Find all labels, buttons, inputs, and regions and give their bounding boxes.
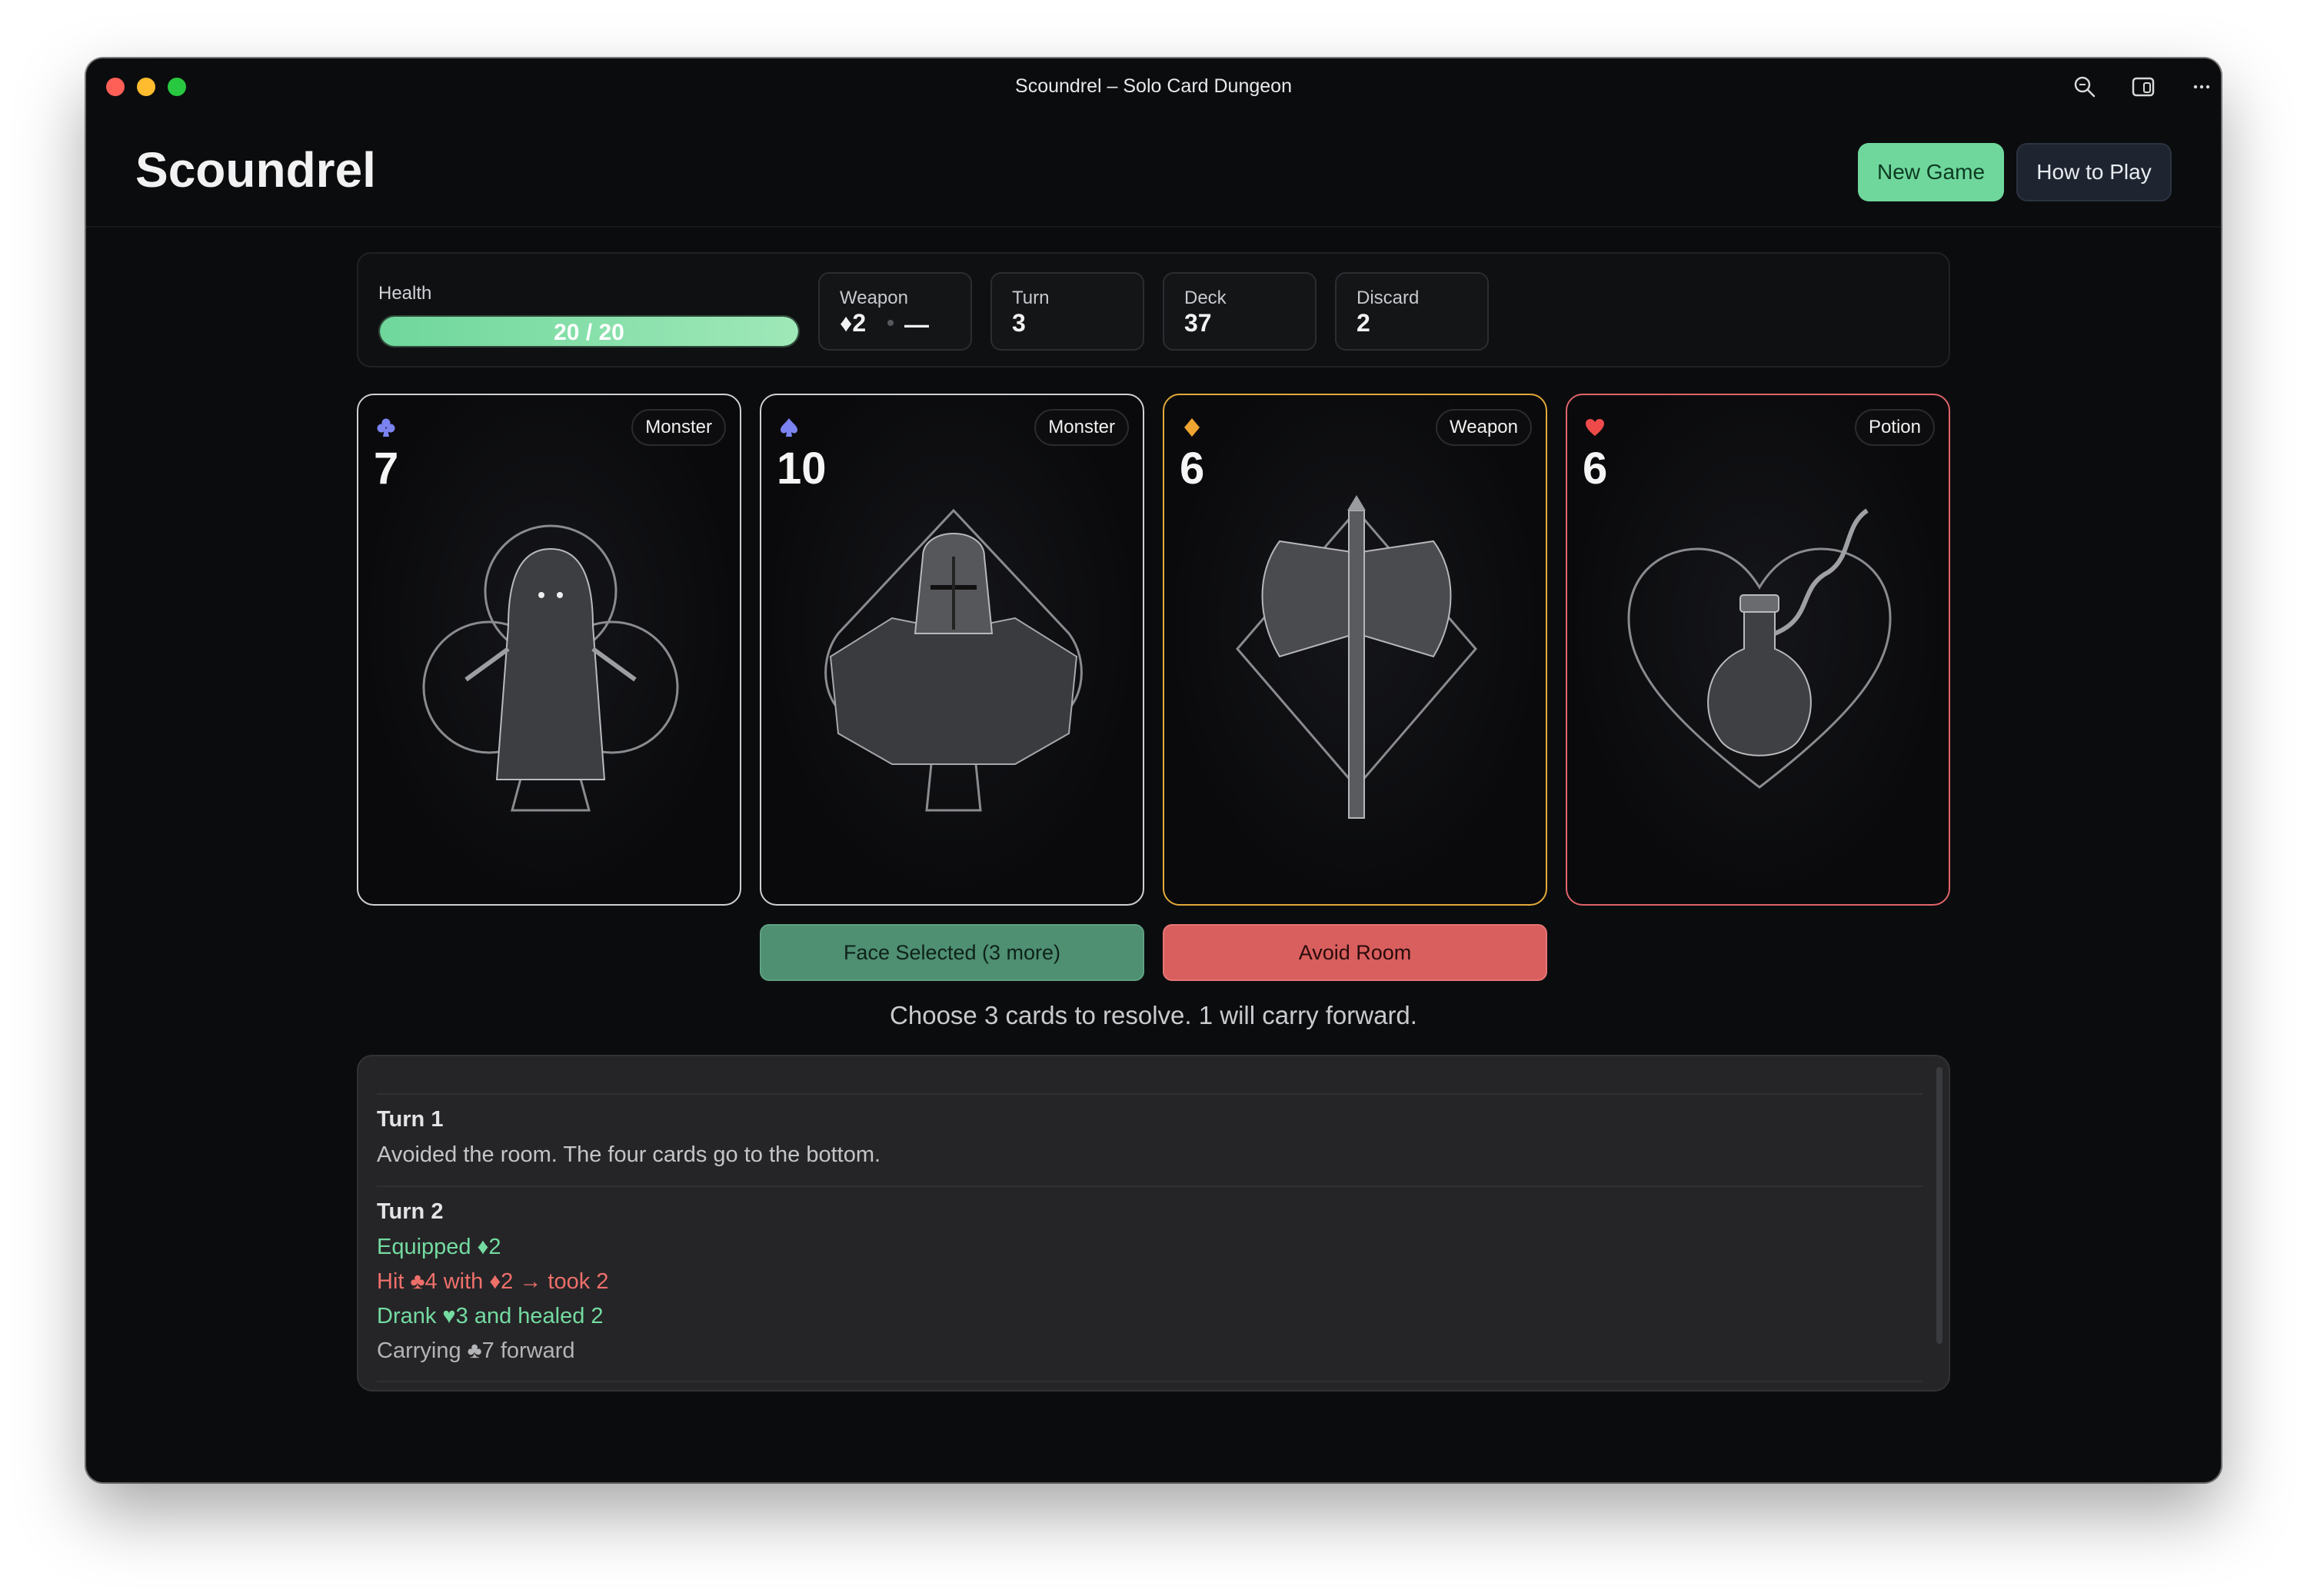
log-entry-damage: Hit ♣4 with ♦2 → took 2 <box>377 1269 609 1294</box>
header-divider <box>86 226 2221 228</box>
heart-suit-icon <box>1586 419 1604 436</box>
deck-label: Deck <box>1184 288 1227 308</box>
app-title: Scoundrel <box>135 142 376 198</box>
log-divider <box>377 1185 1922 1187</box>
game-log[interactable]: Turn 1 Avoided the room. The four cards … <box>357 1055 1950 1392</box>
health-value: 20 / 20 <box>554 320 624 345</box>
app-window: Scoundrel – Solo Card Dungeon Scoundrel … <box>86 58 2221 1482</box>
health-label: Health <box>378 283 432 304</box>
turn-stat: Turn 3 <box>990 272 1144 351</box>
health-bar: 20 / 20 <box>378 315 800 347</box>
face-selected-button[interactable]: Face Selected (3 more) <box>760 924 1144 981</box>
deck-stat: Deck 37 <box>1163 272 1317 351</box>
window-title: Scoundrel – Solo Card Dungeon <box>1015 75 1292 97</box>
weapon-stat: Weapon ♦2 — <box>818 272 972 351</box>
how-to-play-button[interactable]: How to Play <box>2016 143 2172 201</box>
turn-value: 3 <box>1012 309 1026 337</box>
sidebar-toggle-icon[interactable] <box>2130 74 2156 100</box>
log-entry: Avoided the room. The four cards go to t… <box>377 1142 881 1167</box>
discard-stat: Discard 2 <box>1335 272 1489 351</box>
avoid-room-button[interactable]: Avoid Room <box>1163 924 1547 981</box>
log-turn-heading: Turn 2 <box>377 1199 444 1224</box>
log-divider <box>377 1381 1922 1382</box>
log-entry-equip: Equipped ♦2 <box>377 1235 501 1259</box>
club-suit-icon <box>377 418 395 437</box>
card-type-badge: Potion <box>1854 409 1935 446</box>
weapon-value: ♦2 <box>840 309 867 337</box>
stats-panel: Health 20 / 20 Weapon ♦2 — Turn 3 Deck 3… <box>357 252 1950 367</box>
deck-value: 37 <box>1184 309 1212 337</box>
battle-axe-weapon-illustration <box>1236 495 1477 819</box>
room-card-spades-10[interactable]: 10 Monster <box>760 394 1144 906</box>
log-divider <box>377 1093 1922 1095</box>
room-card-clubs-7[interactable]: 7 Monster <box>357 394 741 906</box>
diamond-suit-icon <box>1184 418 1200 437</box>
room-card-diamonds-6[interactable]: 6 Weapon <box>1163 394 1547 906</box>
card-type-badge: Monster <box>631 409 726 446</box>
title-bar: Scoundrel – Solo Card Dungeon <box>86 58 2221 115</box>
separator-dot <box>887 320 894 326</box>
log-entry-heal: Drank ♥3 and healed 2 <box>377 1304 604 1328</box>
search-icon[interactable] <box>2072 74 2098 100</box>
new-game-button[interactable]: New Game <box>1858 143 2004 201</box>
log-scrollbar[interactable] <box>1936 1067 1942 1344</box>
instruction-text: Choose 3 cards to resolve. 1 will carry … <box>890 1001 1417 1029</box>
more-options-icon[interactable] <box>2189 74 2215 100</box>
ghost-monster-illustration <box>422 524 679 812</box>
log-turn-heading: Turn 1 <box>377 1107 444 1132</box>
discard-value: 2 <box>1357 309 1370 337</box>
spade-suit-icon <box>781 418 797 437</box>
weapon-last-kill: — <box>904 311 929 338</box>
room-card-hearts-6[interactable]: 6 Potion <box>1566 394 1950 906</box>
card-type-badge: Monster <box>1034 409 1129 446</box>
potion-illustration <box>1627 508 1892 789</box>
card-type-badge: Weapon <box>1436 409 1532 446</box>
weapon-label: Weapon <box>840 288 908 308</box>
log-entry-carry: Carrying ♣7 forward <box>377 1338 575 1363</box>
discard-label: Discard <box>1357 288 1420 308</box>
knight-monster-illustration <box>824 508 1083 812</box>
turn-label: Turn <box>1012 288 1050 308</box>
